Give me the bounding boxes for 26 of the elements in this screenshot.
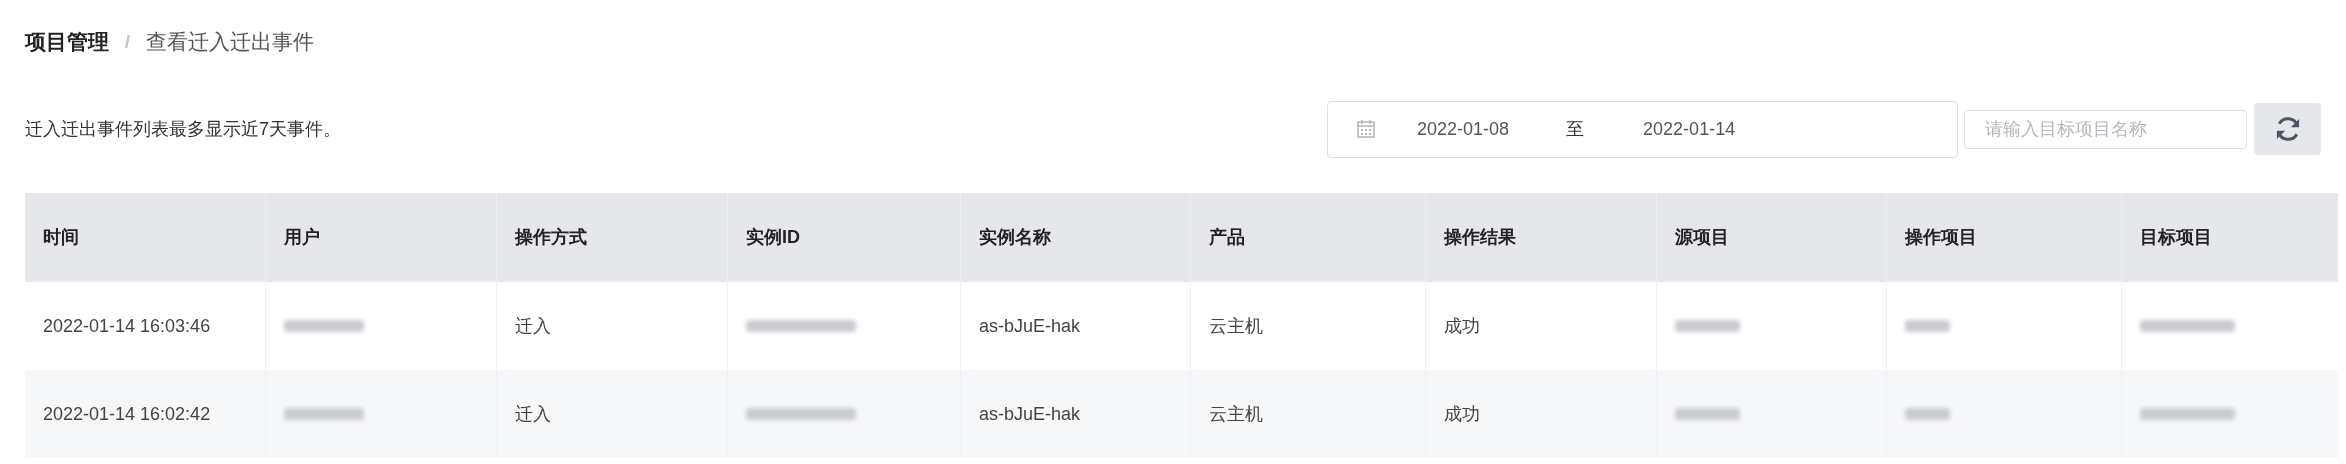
notice-text: 迁入迁出事件列表最多显示近7天事件。 — [25, 117, 342, 141]
refresh-button[interactable] — [2254, 103, 2321, 155]
table-cell-text: 迁入 — [515, 314, 551, 338]
column-header: 时间 — [42, 226, 80, 249]
blurred-text — [1905, 320, 1950, 332]
table-cell-text: as-bJuE-hak — [979, 314, 1081, 338]
page-title: 查看迁入迁出事件 — [146, 29, 314, 56]
blurred-text — [1905, 408, 1950, 420]
start-date[interactable]: 2022-01-08 — [1417, 115, 1510, 143]
table-cell-text: 云主机 — [1209, 314, 1263, 338]
calendar-icon — [1356, 119, 1376, 139]
date-range-picker[interactable]: 2022-01-08 至 2022-01-14 — [1327, 100, 1958, 158]
end-date[interactable]: 2022-01-14 — [1643, 115, 1736, 143]
blurred-text — [1675, 408, 1740, 420]
breadcrumb-link[interactable]: 项目管理 — [25, 26, 109, 58]
search-field[interactable]: 请输入目标项目名称 — [1964, 109, 2247, 149]
table-cell-text: 迁入 — [515, 402, 551, 426]
table-cell-text: as-bJuE-hak — [979, 402, 1081, 426]
table-cell-text: 云主机 — [1209, 402, 1263, 426]
table-cell-text: 2022-01-14 16:02:42 — [43, 402, 211, 426]
range-separator: 至 — [1566, 117, 1585, 141]
table-cell-text: 2022-01-14 16:03:46 — [43, 314, 211, 338]
blurred-text — [1675, 320, 1740, 332]
breadcrumb-separator: / — [125, 30, 130, 54]
table-cell-text: 成功 — [1444, 402, 1480, 426]
table-cell-text: 成功 — [1444, 314, 1480, 338]
